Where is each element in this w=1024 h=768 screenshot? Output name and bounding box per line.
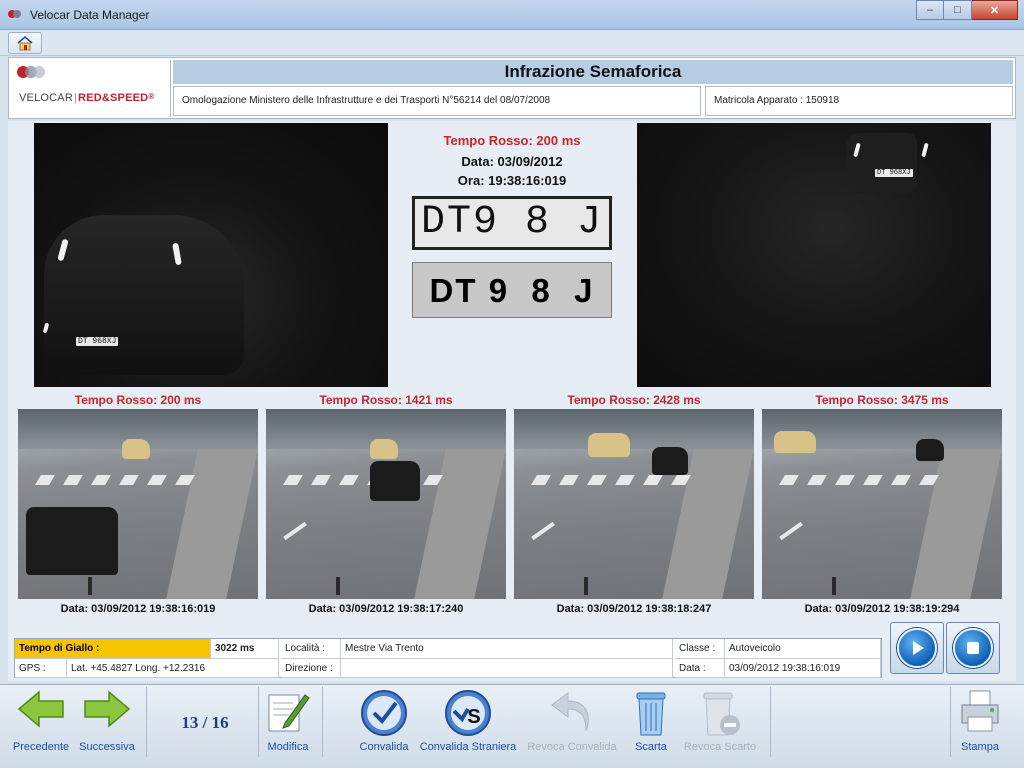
gps-label: GPS : bbox=[15, 659, 67, 678]
giallo-value: 3022 ms bbox=[211, 639, 279, 659]
header-panel: VELOCAR|RED&SPEED® Infrazione Semaforica… bbox=[8, 57, 1016, 119]
thumb-tempo-rosso: Tempo Rosso: 3475 ms bbox=[815, 393, 949, 407]
thumb-photo bbox=[762, 409, 1002, 599]
localita-value: Mestre Via Trento bbox=[341, 639, 673, 659]
scarta-button[interactable]: Scarta bbox=[624, 685, 678, 761]
plate-reading-field[interactable]: DT 9 8 J bbox=[412, 262, 612, 318]
edit-document-icon bbox=[268, 694, 310, 732]
toolbar-separator bbox=[950, 687, 951, 757]
record-counter: 13 / 16 bbox=[181, 713, 229, 732]
toolbar-separator bbox=[258, 687, 259, 757]
logo-velocar: VELOCAR bbox=[19, 92, 73, 104]
top-toolbar bbox=[0, 30, 1024, 56]
minimize-button[interactable]: – bbox=[916, 0, 944, 20]
thumb-photo bbox=[266, 409, 506, 599]
thumb-date: Data: 03/09/2012 19:38:19:294 bbox=[804, 603, 960, 615]
classe-value: Autoveicolo bbox=[725, 639, 881, 659]
thumbnail-2[interactable]: Tempo Rosso: 1421 ms Data: 03/09/2012 19… bbox=[266, 391, 506, 619]
logo-redspeed: RED&SPEED bbox=[78, 92, 149, 104]
right-photo-plate: DT 968XJ bbox=[875, 169, 913, 177]
thumb-photo bbox=[18, 409, 258, 599]
giallo-label: Tempo di Giallo : bbox=[15, 639, 211, 659]
arrow-left-icon bbox=[17, 690, 64, 728]
revoca-scarto-button[interactable]: Revoca Scarto bbox=[680, 685, 760, 761]
localita-label: Località : bbox=[281, 639, 341, 659]
direzione-value bbox=[341, 659, 673, 678]
app-icon bbox=[8, 9, 24, 19]
toolbar-separator bbox=[146, 687, 147, 757]
logo-registered: ® bbox=[148, 92, 155, 101]
classe-label: Classe : bbox=[675, 639, 725, 659]
successiva-button[interactable]: Successiva bbox=[74, 685, 140, 761]
arrow-right-icon bbox=[84, 690, 131, 728]
omologazione-text: Omologazione Ministero delle Infrastrutt… bbox=[173, 86, 701, 116]
title-bar: Velocar Data Manager – □ ✕ bbox=[0, 0, 1024, 30]
logo: VELOCAR|RED&SPEED® bbox=[11, 60, 171, 117]
precedente-button[interactable]: Precedente bbox=[8, 685, 74, 761]
gps-value: Lat. +45.4827 Long. +12.2316 bbox=[67, 659, 279, 678]
bottom-toolbar: Precedente Successiva 13 / 16 Modifica C… bbox=[0, 684, 1024, 768]
toolbar-separator bbox=[322, 687, 323, 757]
convalida-straniera-button[interactable]: S Convalida Straniera bbox=[416, 685, 520, 761]
home-icon bbox=[17, 35, 33, 51]
svg-text:S: S bbox=[467, 706, 480, 728]
thumb-tempo-rosso: Tempo Rosso: 1421 ms bbox=[319, 393, 453, 407]
data-value: 03/09/2012 19:38:16:019 bbox=[725, 659, 881, 678]
thumb-tempo-rosso: Tempo Rosso: 200 ms bbox=[74, 393, 202, 407]
violation-date: Data: 03/09/2012 bbox=[461, 154, 563, 169]
violation-time: Ora: 19:38:16:019 bbox=[457, 173, 567, 188]
check-foreign-icon: S bbox=[445, 690, 491, 736]
rear-photo-right[interactable]: DT 968XJ bbox=[637, 123, 991, 387]
play-button[interactable] bbox=[890, 622, 944, 674]
toolbar-separator bbox=[770, 687, 771, 757]
violation-info: Tempo Rosso: 200 ms Data: 03/09/2012 Ora… bbox=[388, 123, 636, 387]
violation-details: Tempo di Giallo : 3022 ms GPS : Lat. +45… bbox=[14, 638, 882, 678]
stop-icon bbox=[953, 628, 993, 668]
thumbnail-1[interactable]: Tempo Rosso: 200 ms Data: 03/09/2012 19:… bbox=[18, 391, 258, 619]
main-area: DT 968XJ Tempo Rosso: 200 ms Data: 03/09… bbox=[8, 121, 1016, 681]
sequence-thumbnails: Tempo Rosso: 200 ms Data: 03/09/2012 19:… bbox=[8, 391, 1016, 619]
plate-crop-image: DT9 8 J bbox=[412, 196, 612, 250]
play-icon bbox=[897, 628, 937, 668]
printer-icon bbox=[961, 690, 999, 732]
home-button[interactable] bbox=[8, 32, 42, 54]
stampa-button[interactable]: Stampa bbox=[954, 685, 1006, 761]
window-title: Velocar Data Manager bbox=[30, 8, 150, 22]
rear-photo-left[interactable]: DT 968XJ bbox=[34, 123, 388, 387]
direzione-label: Direzione : bbox=[281, 659, 341, 678]
thumb-date: Data: 03/09/2012 19:38:17:240 bbox=[308, 603, 464, 615]
undo-icon bbox=[551, 692, 589, 732]
tempo-rosso-main: Tempo Rosso: 200 ms bbox=[443, 133, 581, 148]
data-label: Data : bbox=[675, 659, 725, 678]
thumb-tempo-rosso: Tempo Rosso: 2428 ms bbox=[567, 393, 701, 407]
close-button[interactable]: ✕ bbox=[972, 0, 1018, 20]
thumb-photo bbox=[514, 409, 754, 599]
convalida-button[interactable]: Convalida bbox=[354, 685, 414, 761]
check-icon bbox=[361, 690, 407, 736]
page-title: Infrazione Semaforica bbox=[173, 60, 1013, 84]
thumb-date: Data: 03/09/2012 19:38:16:019 bbox=[60, 603, 216, 615]
thumbnail-4[interactable]: Tempo Rosso: 3475 ms Data: 03/09/2012 19… bbox=[762, 391, 1002, 619]
left-photo-plate: DT 968XJ bbox=[76, 337, 119, 346]
thumb-date: Data: 03/09/2012 19:38:18:247 bbox=[556, 603, 712, 615]
thumbnail-3[interactable]: Tempo Rosso: 2428 ms Data: 03/09/2012 19… bbox=[514, 391, 754, 619]
trash-icon bbox=[636, 692, 666, 736]
matricola-text: Matricola Apparato : 150918 bbox=[705, 86, 1013, 116]
logo-dots-icon bbox=[17, 66, 47, 78]
maximize-button[interactable]: □ bbox=[944, 0, 972, 20]
trash-remove-icon bbox=[703, 692, 740, 736]
stop-button[interactable] bbox=[946, 622, 1000, 674]
revoca-convalida-button[interactable]: Revoca Convalida bbox=[522, 685, 622, 761]
modifica-button[interactable]: Modifica bbox=[260, 685, 316, 761]
